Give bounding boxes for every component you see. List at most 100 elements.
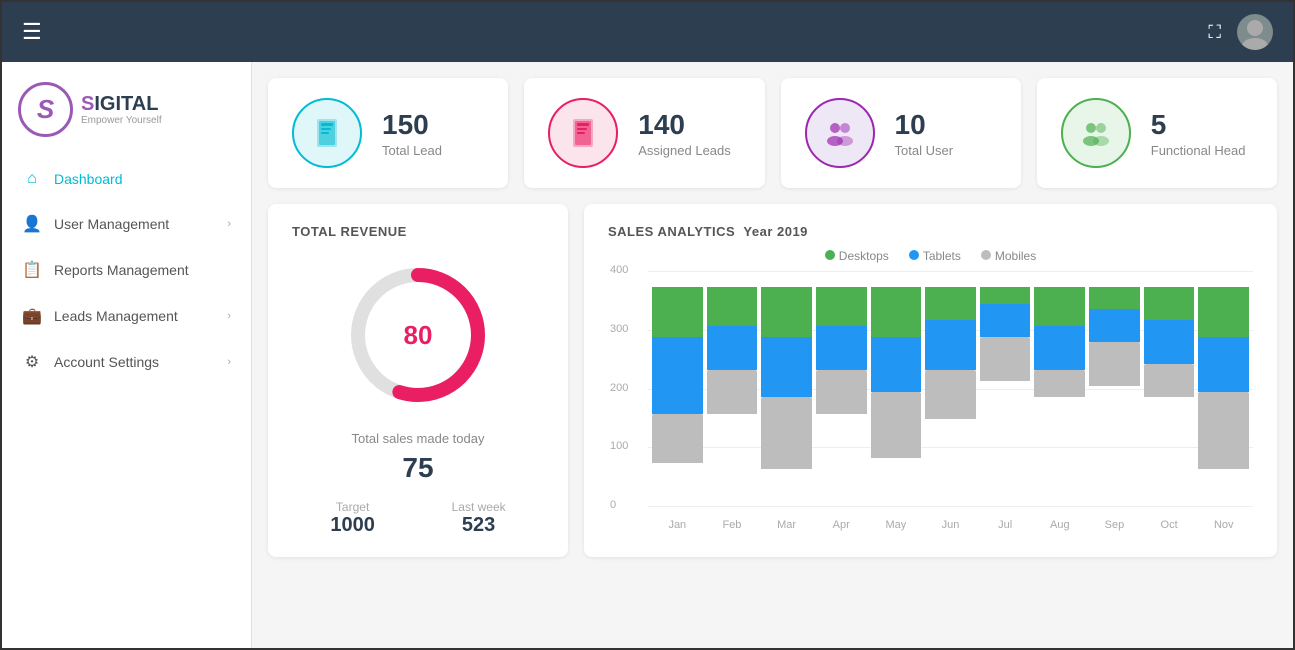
bar-mobiles — [707, 370, 758, 414]
legend-tablets: Tablets — [909, 249, 961, 263]
legend-desktops: Desktops — [825, 249, 889, 263]
bar-group — [1034, 271, 1085, 507]
analytics-title: SALES ANALYTICS Year 2019 — [608, 224, 808, 239]
logo-subtitle: Empower Yourself — [81, 115, 162, 126]
logo-text: SIGITAL Empower Yourself — [81, 93, 162, 126]
bar-desktops — [871, 287, 922, 337]
sidebar-item-label: Leads Management — [54, 308, 178, 324]
bar-stack — [925, 287, 976, 507]
target-value: 1000 — [330, 514, 375, 537]
x-label: Jun — [925, 519, 976, 531]
bar-group — [1089, 271, 1140, 507]
bar-desktops — [707, 287, 758, 326]
bar-chart-area: 4003002001000 JanFebMarAprMayJunJulAugSe… — [608, 271, 1253, 531]
donut-value: 80 — [404, 320, 433, 351]
x-label: Mar — [761, 519, 812, 531]
bar-tablets — [652, 337, 703, 414]
bar-mobiles — [1034, 370, 1085, 398]
content-area: 150 Total Lead 140 Assigned Lead — [252, 62, 1293, 648]
revenue-target: Target 1000 — [330, 500, 375, 537]
lastweek-label: Last week — [452, 500, 506, 514]
bar-desktops — [1198, 287, 1249, 337]
bar-tablets — [1034, 326, 1085, 370]
bar-tablets — [1198, 337, 1249, 392]
total-user-icon — [805, 98, 875, 168]
bar-desktops — [980, 287, 1031, 304]
stat-card-total-lead: 150 Total Lead — [268, 78, 508, 188]
functional-head-label: Functional Head — [1151, 143, 1246, 158]
legend-mobiles: Mobiles — [981, 249, 1036, 263]
bar-tablets — [925, 320, 976, 370]
bar-stack — [1144, 287, 1195, 507]
assigned-leads-info: 140 Assigned Leads — [638, 109, 731, 158]
assigned-leads-label: Assigned Leads — [638, 143, 731, 158]
sidebar-item-leads-management[interactable]: 💼 Leads Management › — [2, 293, 251, 339]
revenue-today-value: 75 — [292, 452, 544, 484]
bar-group — [652, 271, 703, 507]
bar-group — [707, 271, 758, 507]
sidebar-item-reports-management[interactable]: 📋 Reports Management — [2, 247, 251, 293]
bar-desktops — [1144, 287, 1195, 320]
bar-tablets — [816, 326, 867, 370]
bar-mobiles — [980, 337, 1031, 381]
bar-desktops — [816, 287, 867, 326]
total-user-info: 10 Total User — [895, 109, 954, 158]
total-lead-icon — [292, 98, 362, 168]
bar-tablets — [980, 304, 1031, 337]
avatar[interactable] — [1237, 14, 1273, 50]
sidebar-item-label: User Management — [54, 216, 169, 232]
bar-mobiles — [761, 397, 812, 469]
logo-title: SIGITAL — [81, 93, 162, 115]
bar-stack — [980, 287, 1031, 507]
total-lead-label: Total Lead — [382, 143, 442, 158]
x-label: Jul — [980, 519, 1031, 531]
x-label: Apr — [816, 519, 867, 531]
menu-toggle-icon[interactable]: ☰ — [22, 19, 42, 45]
functional-head-info: 5 Functional Head — [1151, 109, 1246, 158]
logo-icon: S — [18, 82, 73, 137]
revenue-card: TOTAL REVENUE 80 Total sales made today … — [268, 204, 568, 557]
bar-group — [925, 271, 976, 507]
sidebar-item-label: Reports Management — [54, 262, 189, 278]
target-label: Target — [330, 500, 375, 514]
sidebar-item-dashboard[interactable]: ⌂ Dashboard — [2, 157, 251, 201]
reports-icon: 📋 — [22, 260, 42, 280]
bar-group — [980, 271, 1031, 507]
bar-mobiles — [1198, 392, 1249, 469]
main-layout: S SIGITAL Empower Yourself ⌂ Dashboard 👤… — [2, 62, 1293, 648]
bar-mobiles — [816, 370, 867, 414]
analytics-legend: Desktops Tablets Mobiles — [608, 249, 1253, 263]
x-label: May — [871, 519, 922, 531]
sidebar-item-account-settings[interactable]: ⚙ Account Settings › — [2, 339, 251, 385]
revenue-subtitle: Total sales made today — [292, 431, 544, 446]
fullscreen-icon[interactable]: ⛶ — [1208, 22, 1221, 43]
bars-row — [648, 271, 1253, 507]
bar-stack — [1089, 287, 1140, 507]
bar-stack — [761, 287, 812, 507]
sidebar: S SIGITAL Empower Yourself ⌂ Dashboard 👤… — [2, 62, 252, 648]
sidebar-item-user-management[interactable]: 👤 User Management › — [2, 201, 251, 247]
functional-head-icon — [1061, 98, 1131, 168]
bar-tablets — [871, 337, 922, 392]
total-user-number: 10 — [895, 109, 954, 141]
chevron-icon: › — [227, 218, 231, 230]
stat-card-functional-head: 5 Functional Head — [1037, 78, 1277, 188]
bar-stack — [652, 287, 703, 507]
bottom-row: TOTAL REVENUE 80 Total sales made today … — [268, 204, 1277, 557]
total-user-label: Total User — [895, 143, 954, 158]
user-icon: 👤 — [22, 214, 42, 234]
bar-desktops — [1034, 287, 1085, 326]
bar-group — [1144, 271, 1195, 507]
bar-desktops — [925, 287, 976, 320]
x-label: Aug — [1034, 519, 1085, 531]
analytics-header: SALES ANALYTICS Year 2019 — [608, 224, 1253, 239]
bar-desktops — [761, 287, 812, 337]
bar-tablets — [1089, 309, 1140, 342]
stat-card-total-user: 10 Total User — [781, 78, 1021, 188]
bar-stack — [816, 287, 867, 507]
analytics-card: SALES ANALYTICS Year 2019 Desktops Table… — [584, 204, 1277, 557]
x-label: Sep — [1089, 519, 1140, 531]
sidebar-nav: ⌂ Dashboard 👤 User Management › 📋 Report… — [2, 157, 251, 385]
x-label: Oct — [1144, 519, 1195, 531]
bar-tablets — [1144, 320, 1195, 364]
